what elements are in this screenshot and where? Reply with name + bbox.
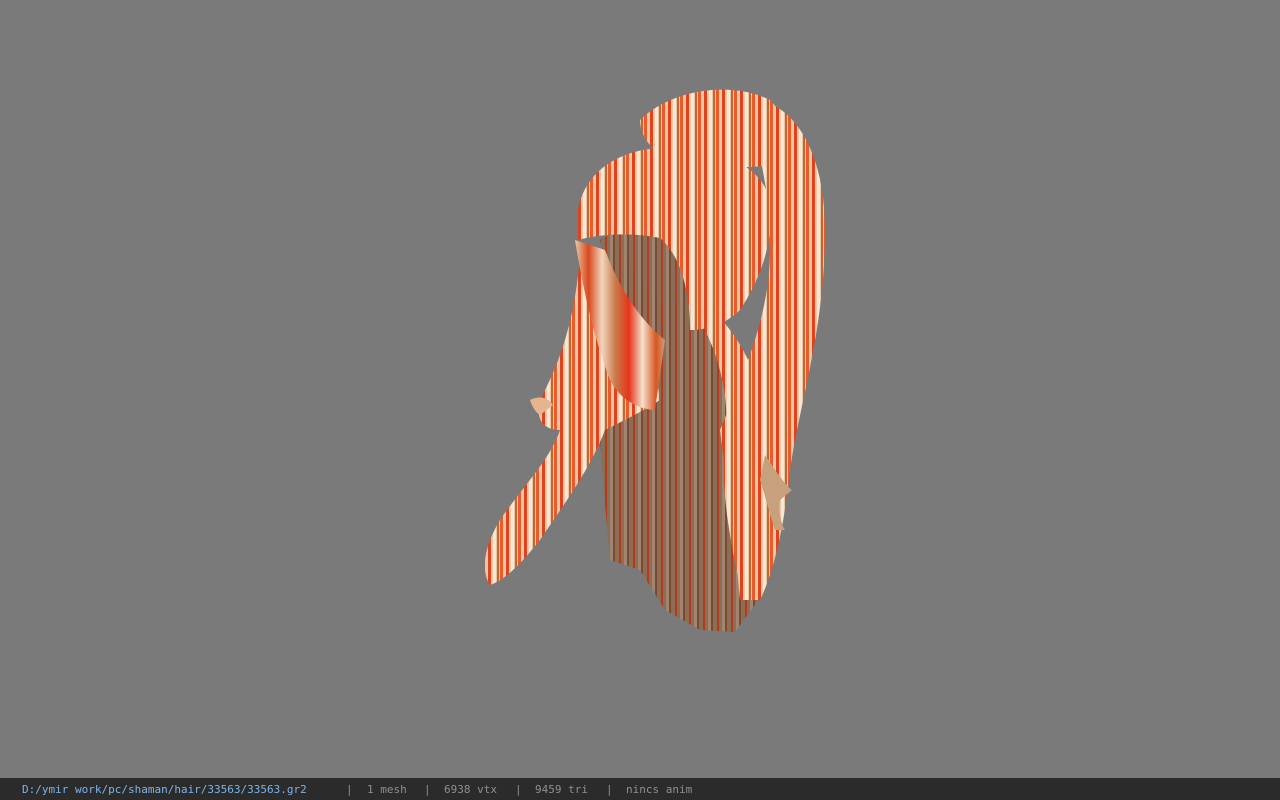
triangle-count: 9459 tri xyxy=(535,783,588,796)
file-path: D:/ymir work/pc/shaman/hair/33563/33563.… xyxy=(22,783,307,796)
animation-status: nincs anim xyxy=(626,783,693,796)
separator: | xyxy=(346,783,353,796)
separator: | xyxy=(606,783,613,796)
separator: | xyxy=(424,783,431,796)
separator: | xyxy=(515,783,522,796)
hair-model[interactable] xyxy=(0,0,1280,778)
mesh-count: 1 mesh xyxy=(367,783,407,796)
status-bar: D:/ymir work/pc/shaman/hair/33563/33563.… xyxy=(0,778,1280,800)
vertex-count: 6938 vtx xyxy=(444,783,497,796)
3d-viewport[interactable] xyxy=(0,0,1280,778)
